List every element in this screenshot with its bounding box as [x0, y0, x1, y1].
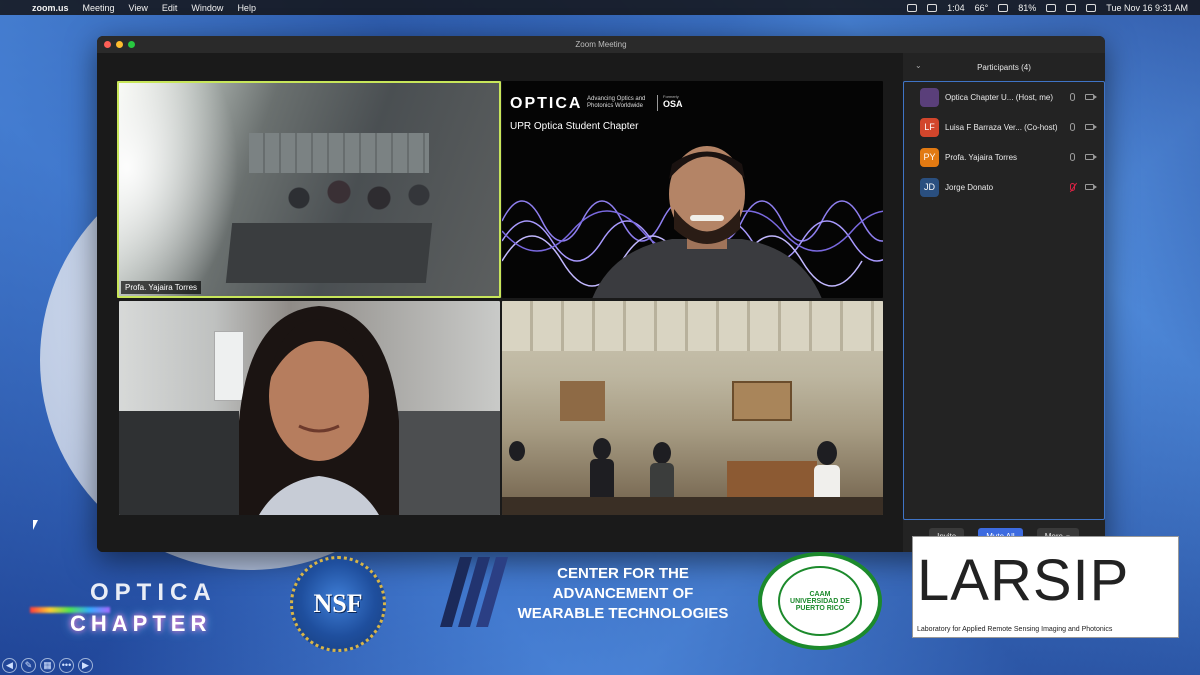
cawt-mark-icon	[440, 557, 508, 627]
menu-app-name[interactable]: zoom.us	[32, 3, 69, 13]
participant-row[interactable]: LF Luisa F Barraza Ver... (Co-host)	[904, 112, 1104, 142]
search-icon[interactable]	[1086, 3, 1097, 12]
battery-icon[interactable]	[1046, 3, 1057, 12]
participant-name: Luisa F Barraza Ver... (Co-host)	[945, 122, 1058, 132]
window-title: Zoom Meeting	[575, 40, 627, 49]
larsip-logo: LARSIP Laboratory for Applied Remote Sen…	[912, 536, 1179, 638]
desk-image	[225, 223, 433, 283]
battery-percent[interactable]: 81%	[1018, 3, 1036, 13]
participant-name: Optica Chapter U... (Host, me)	[945, 92, 1054, 102]
participant-row[interactable]: Optica Chapter U... (Host, me)	[904, 82, 1104, 112]
window-titlebar[interactable]: Zoom Meeting	[97, 36, 1105, 53]
fullscreen-button[interactable]	[128, 41, 135, 48]
menu-meeting[interactable]: Meeting	[83, 3, 115, 13]
video-tile-jorge[interactable]	[502, 301, 883, 515]
avatar: JD	[920, 177, 939, 197]
nsf-logo: NSF	[290, 556, 386, 652]
uprm-top-text: CAAM	[809, 590, 831, 598]
video-gallery: Profa. Yajaira Torres OPTICA Advancing O…	[97, 53, 903, 552]
pen-icon[interactable]: ✎	[21, 657, 36, 673]
students-image	[259, 168, 459, 228]
optica-chapter-logo: OPTICA CHAPTER	[30, 567, 270, 657]
nsf-label: NSF	[313, 589, 363, 618]
participant-controls	[1070, 123, 1097, 131]
microphone-icon[interactable]	[1070, 123, 1075, 131]
camera-icon[interactable]	[1085, 94, 1097, 100]
menu-view[interactable]: View	[129, 3, 148, 13]
clock-short[interactable]: 1:04	[947, 3, 965, 13]
classroom-students-image	[502, 438, 883, 515]
microphone-muted-icon[interactable]	[1070, 183, 1075, 191]
avatar	[920, 87, 939, 107]
camera-icon[interactable]	[1085, 184, 1097, 190]
cawt-logo-text: CENTER FOR THE ADVANCEMENT OF WEARABLE T…	[517, 565, 729, 622]
microphone-icon[interactable]	[1070, 153, 1075, 161]
camera-icon[interactable]	[1085, 154, 1097, 160]
next-slide-icon[interactable]: ▶	[78, 657, 93, 673]
minimize-button[interactable]	[116, 41, 123, 48]
video-tile-yajaira[interactable]: Profa. Yajaira Torres	[117, 81, 501, 298]
participants-title: Participants (4)	[977, 62, 1031, 72]
participant-name: Profa. Yajaira Torres	[945, 152, 1018, 162]
participant-controls	[1070, 153, 1097, 161]
optica-logo: OPTICA	[510, 95, 583, 112]
participant-row[interactable]: JD Jorge Donato	[904, 172, 1104, 202]
participant-row[interactable]: PY Profa. Yajaira Torres	[904, 142, 1104, 172]
participants-list[interactable]: Optica Chapter U... (Host, me) LF Luisa …	[903, 81, 1105, 520]
osa-logo: Formerly OSA	[663, 94, 683, 109]
wifi-icon[interactable]	[1066, 3, 1077, 12]
optica-chapter-line2: CHAPTER	[70, 611, 212, 636]
osa-label: OSA	[663, 99, 683, 109]
uprm-bottom-text: UNIVERSIDAD DE PUERTO RICO	[790, 597, 850, 612]
ceiling-image	[502, 301, 883, 351]
optica-tagline: Advancing Optics and Photonics Worldwide	[587, 96, 646, 109]
microphone-icon[interactable]	[1070, 93, 1075, 101]
larsip-wordmark: LARSIP	[917, 548, 1130, 613]
options-icon[interactable]: •••	[59, 657, 74, 673]
previous-slide-icon[interactable]: ◀	[2, 657, 17, 673]
larsip-subtitle: Laboratory for Applied Remote Sensing Im…	[917, 626, 1113, 633]
participant-controls	[1070, 183, 1097, 191]
chevron-down-icon[interactable]: ⌄	[915, 61, 922, 70]
cabinet-upper-image	[732, 381, 792, 421]
uprm-seal-inner: CAAM UNIVERSIDAD DE PUERTO RICO	[778, 566, 862, 636]
participant-name-tag: Profa. Yajaira Torres	[121, 281, 202, 294]
menu-window[interactable]: Window	[191, 3, 223, 13]
uprm-seal: CAAM UNIVERSIDAD DE PUERTO RICO	[758, 552, 882, 650]
menubar-datetime[interactable]: Tue Nov 16 9:31 AM	[1106, 3, 1188, 13]
slides-grid-icon[interactable]: ▦	[40, 657, 55, 673]
avatar: PY	[920, 147, 939, 167]
menu-bar: zoom.us Meeting View Edit Window Help 1:…	[0, 0, 1200, 15]
zoom-window: Zoom Meeting Profa. Yajaira Torres OPTIC…	[97, 36, 1105, 552]
weather-temperature[interactable]: 66°	[975, 3, 989, 13]
slide-navigation: ◀ ✎ ▦ ••• ▶	[0, 656, 93, 674]
status-area: 1:04 66° 81% Tue Nov 16 9:31 AM	[907, 3, 1200, 13]
close-button[interactable]	[104, 41, 111, 48]
bulletin-board-image	[560, 381, 605, 421]
chapter-name: UPR Optica Student Chapter	[510, 121, 639, 132]
optica-chapter-line1: OPTICA	[90, 579, 217, 606]
screen-icon[interactable]	[927, 3, 938, 12]
luisa-person-image	[239, 306, 399, 515]
participant-controls	[1070, 93, 1097, 101]
lockers-image	[249, 133, 429, 173]
avatar: LF	[920, 117, 939, 137]
logo-divider	[657, 95, 658, 111]
participant-name: Jorge Donato	[945, 182, 994, 192]
camera-icon[interactable]	[1085, 124, 1097, 130]
window-light	[119, 83, 239, 296]
recording-icon[interactable]	[907, 3, 918, 12]
host-person-image	[592, 146, 822, 298]
uprm-seal-text: CAAM UNIVERSIDAD DE PUERTO RICO	[780, 591, 860, 612]
participants-header: ⌄ Participants (4)	[903, 53, 1105, 81]
participants-panel: ⌄ Participants (4) Optica Chapter U... (…	[903, 53, 1105, 552]
video-tile-luisa[interactable]	[119, 301, 500, 515]
window-controls	[104, 41, 135, 48]
mouse-cursor-icon	[33, 520, 38, 530]
display-icon[interactable]	[998, 3, 1009, 12]
video-tile-optica-host[interactable]: OPTICA Advancing Optics and Photonics Wo…	[502, 81, 883, 298]
menu-help[interactable]: Help	[237, 3, 256, 13]
slide-logo-strip: OPTICA CHAPTER NSF CENTER FOR THE ADVANC…	[0, 536, 1200, 675]
menu-edit[interactable]: Edit	[162, 3, 178, 13]
